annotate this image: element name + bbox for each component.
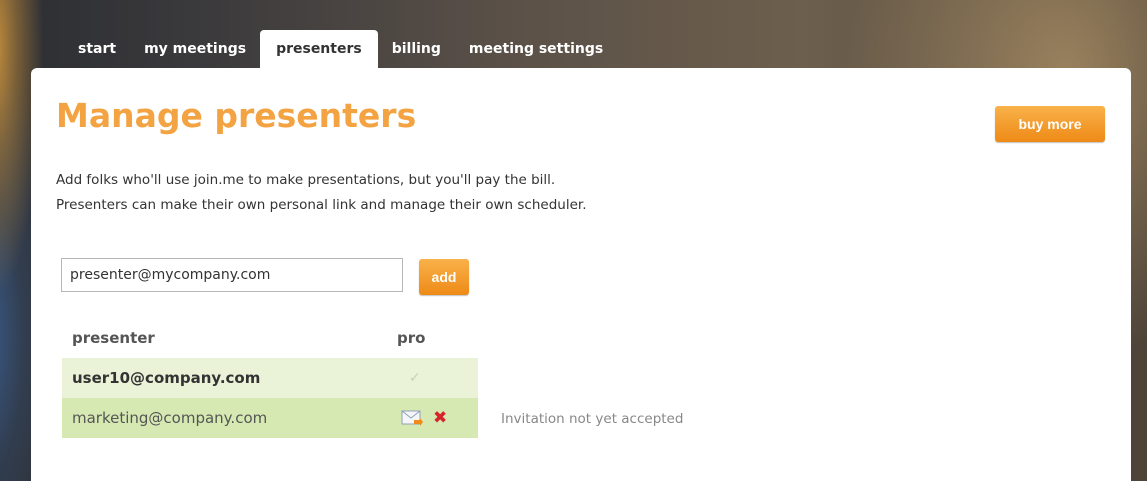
check-icon: ✓ [409,370,421,386]
page-title: Manage presenters [56,96,417,135]
table-row: user10@company.com ✓ [62,358,478,398]
presenters-table: presenter pro user10@company.com ✓ marke… [62,318,478,438]
description-line-2: Presenters can make their own personal l… [56,197,587,213]
tab-start[interactable]: start [64,30,130,68]
header-presenter: presenter [72,329,155,347]
invitation-status: Invitation not yet accepted [501,411,684,427]
table-header: presenter pro [62,318,478,358]
pro-cell: ✓ [397,370,477,386]
presenter-email: user10@company.com [72,369,261,387]
header-pro: pro [397,329,426,347]
tab-my-meetings[interactable]: my meetings [130,30,260,68]
buy-more-button[interactable]: buy more [995,106,1105,142]
add-button[interactable]: add [419,259,469,295]
delete-x-icon[interactable]: ✖ [433,408,447,428]
pro-cell: ✖ [397,408,477,428]
presenter-email-input[interactable] [61,258,403,292]
tab-presenters[interactable]: presenters [260,30,378,68]
main-tabs: start my meetings presenters billing mee… [64,30,617,68]
presenter-email: marketing@company.com [72,409,268,427]
description: Add folks who'll use join.me to make pre… [56,168,587,218]
tab-meeting-settings[interactable]: meeting settings [455,30,617,68]
content-panel: Manage presenters buy more Add folks who… [31,68,1131,481]
tab-billing[interactable]: billing [378,30,455,68]
description-line-1: Add folks who'll use join.me to make pre… [56,172,556,188]
table-row: marketing@company.com ✖ [62,398,478,438]
resend-invite-mail-icon[interactable] [401,409,423,427]
